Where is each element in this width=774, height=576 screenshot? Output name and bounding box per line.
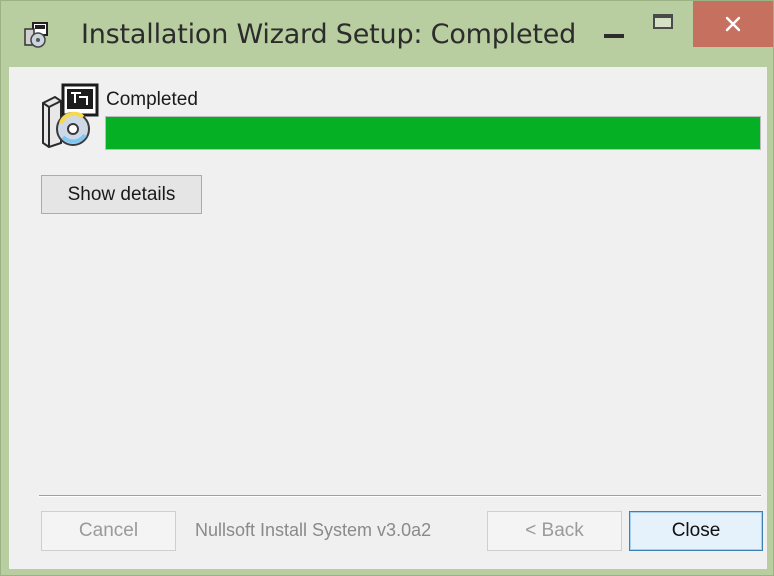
footer-divider bbox=[39, 495, 761, 497]
maximize-button[interactable] bbox=[645, 1, 681, 59]
close-button[interactable]: Close bbox=[629, 511, 763, 551]
installer-app-icon bbox=[23, 21, 51, 49]
cancel-button[interactable]: Cancel bbox=[41, 511, 176, 551]
branding-text: Nullsoft Install System v3.0a2 bbox=[195, 520, 432, 540]
close-window-button[interactable] bbox=[693, 1, 773, 47]
back-button[interactable]: < Back bbox=[487, 511, 622, 551]
maximize-icon bbox=[653, 13, 673, 29]
wizard-client-area: Completed Show details Cancel Nullsoft I… bbox=[9, 67, 767, 569]
minimize-icon bbox=[604, 34, 624, 38]
status-label: Completed bbox=[106, 89, 198, 110]
installer-window: Installation Wizard Setup: Completed Com… bbox=[0, 0, 774, 576]
show-details-button[interactable]: Show details bbox=[41, 175, 202, 214]
progress-bar-fill bbox=[106, 117, 760, 149]
close-icon bbox=[725, 16, 741, 32]
minimize-button[interactable] bbox=[597, 1, 631, 59]
progress-bar bbox=[105, 116, 761, 150]
title-bar[interactable]: Installation Wizard Setup: Completed bbox=[1, 1, 773, 67]
window-title: Installation Wizard Setup: Completed bbox=[81, 19, 577, 50]
installer-package-icon bbox=[39, 83, 101, 149]
